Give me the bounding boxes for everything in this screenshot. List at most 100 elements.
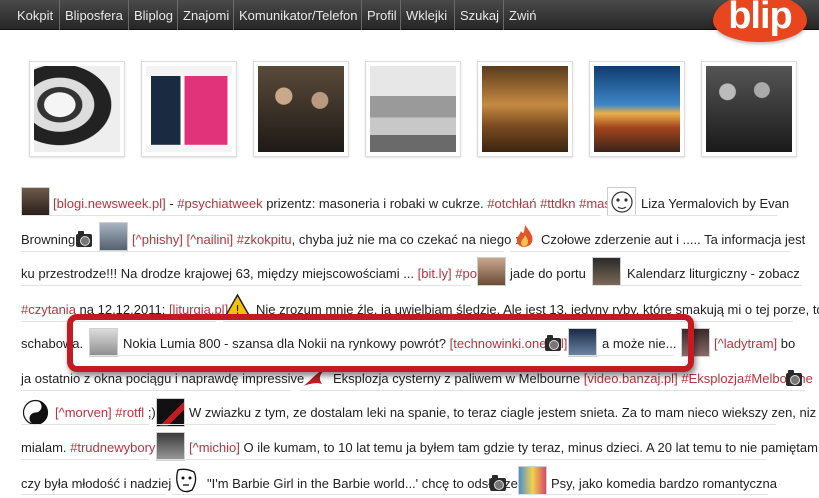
thumbnail-image	[706, 66, 792, 152]
divider	[21, 494, 166, 495]
nav-bliposfera[interactable]: Bliposfera	[59, 0, 123, 30]
avatar[interactable]	[156, 398, 185, 427]
user-tag[interactable]: [^phishy]	[132, 232, 183, 247]
divider	[21, 459, 149, 460]
status-text: , chyba już nie ma co czekać na niego :P	[291, 232, 528, 247]
avatar[interactable]	[477, 257, 506, 286]
brush-logo-icon	[303, 368, 326, 386]
user-tag[interactable]: [^morven]	[55, 405, 112, 420]
user-tag[interactable]: [^michio]	[189, 440, 240, 455]
nav-znajomi[interactable]: Znajomi	[177, 0, 229, 30]
status-text: prizentz: masoneria i robaki w cukrze.	[262, 196, 488, 211]
nav-zwin[interactable]: Zwiń	[503, 0, 536, 30]
avatar[interactable]	[89, 328, 118, 357]
avatar[interactable]	[681, 328, 710, 357]
divider	[568, 355, 673, 356]
status-text: W zwiazku z tym, ze dostalam leki na spa…	[189, 405, 817, 420]
photo-thumbnail[interactable]	[477, 61, 573, 157]
photo-thumbnail[interactable]	[29, 61, 125, 157]
photo-thumbnail[interactable]	[141, 61, 237, 157]
divider	[21, 424, 149, 425]
status-line: [^phishy] [^nailini] #zkokpitu, chyba ju…	[132, 232, 527, 248]
user-tag[interactable]: [^ladytram]	[714, 336, 777, 351]
hashtag[interactable]: #psychiatweek	[177, 196, 262, 211]
avatar[interactable]	[518, 466, 547, 495]
status-text: a może nie...	[602, 336, 677, 351]
hashtag[interactable]: #czytania	[21, 302, 76, 317]
avatar[interactable]	[99, 222, 128, 251]
hashtag[interactable]: #Eksplozja	[681, 371, 744, 386]
link-tag[interactable]: [video.banzaj.pl]	[584, 371, 678, 386]
status-line: [^michio] O ile kumam, to 10 lat temu ja…	[189, 440, 819, 456]
avatar[interactable]	[607, 187, 636, 216]
link-tag[interactable]: [bit.ly]	[418, 266, 452, 281]
avatar[interactable]	[300, 362, 329, 391]
thumbnail-image	[594, 66, 680, 152]
photo-thumbnail[interactable]	[365, 61, 461, 157]
top-navigation-bar: Kokpit Bliposfera Bliplog Znajomi Komuni…	[0, 0, 819, 30]
status-text: mialam.	[21, 440, 67, 455]
nav-kokpit[interactable]: Kokpit	[12, 0, 53, 30]
sketch-face-icon	[176, 468, 197, 493]
status-text: Nie zrozum mnie źle, ja uwielbiam śledzi…	[256, 302, 819, 317]
avatar[interactable]: !	[223, 292, 252, 321]
status-line: mialam. #trudnewybory	[21, 440, 155, 456]
camera-icon[interactable]	[490, 475, 506, 491]
status-line: [^morven] #rotfl ;)	[55, 405, 156, 421]
nav-komunikator-telefon[interactable]: Komunikator/Telefon	[233, 0, 358, 30]
avatar[interactable]	[592, 257, 621, 286]
svg-text:!: !	[235, 303, 240, 317]
status-text: czy była młodość i nadzieja	[21, 476, 179, 491]
nav-wklejki[interactable]: Wklejki	[400, 0, 447, 30]
status-text: ku przestrodze!!! Na drodze krajowej 63,…	[21, 266, 415, 281]
avatar[interactable]	[156, 432, 185, 461]
divider	[172, 494, 512, 495]
nav-profil[interactable]: Profil	[361, 0, 397, 30]
divider	[592, 285, 802, 286]
photo-thumbnail[interactable]	[701, 61, 797, 157]
status-text: Czołowe zderzenie aut i ..... Ta informa…	[541, 232, 806, 247]
link-tag[interactable]: [liturgia.pl]	[169, 302, 228, 317]
thumbnail-image	[482, 66, 568, 152]
status-text: ja ostatnio z okna pociągu i naprawdę im…	[21, 371, 305, 386]
user-tag[interactable]: [^nailini]	[187, 232, 234, 247]
link-tag[interactable]: [blogi.newsweek.pl]	[53, 196, 166, 211]
blip-logo[interactable]: blip	[713, 0, 807, 42]
status-line: Nokia Lumia 800 - szansa dla Nokii na ry…	[123, 336, 567, 352]
hashtag[interactable]: #trudnewybory	[70, 440, 155, 455]
status-text: ;)	[144, 405, 156, 420]
photo-thumbnail[interactable]	[253, 61, 349, 157]
divider	[21, 285, 471, 286]
photo-thumbnail[interactable]	[589, 61, 685, 157]
camera-icon[interactable]	[545, 335, 561, 351]
hashtag[interactable]: #rotfl	[115, 405, 144, 420]
status-text: Liza Yermalovich by Evan	[641, 196, 790, 211]
avatar[interactable]	[21, 398, 50, 427]
nav-szukaj[interactable]: Szukaj	[454, 0, 499, 30]
hashtag[interactable]: #ttdkn	[540, 196, 575, 211]
divider	[89, 355, 559, 356]
camera-icon[interactable]	[76, 231, 92, 247]
status-text: na 12.12.2011:	[75, 302, 169, 317]
yin-yang-icon	[22, 399, 49, 426]
divider	[156, 424, 776, 425]
camera-icon[interactable]	[786, 370, 802, 386]
status-text: Eksplozja cysterny z paliwem w Melbourne	[333, 371, 581, 386]
status-text: O ile kumam, to 10 lat temu ja byłem tam…	[239, 440, 819, 455]
thumbnail-image	[146, 66, 232, 152]
avatar[interactable]	[510, 222, 539, 251]
divider	[21, 251, 504, 252]
hashtag[interactable]: #zkokpitu	[237, 232, 292, 247]
avatar[interactable]	[21, 187, 50, 216]
status-text: Nokia Lumia 800 - szansa dla Nokii na ry…	[123, 336, 446, 351]
hashtag[interactable]: #otchłań	[487, 196, 536, 211]
status-text: Browning	[21, 232, 76, 247]
nav-bliplog[interactable]: Bliplog	[128, 0, 173, 30]
avatar[interactable]	[568, 328, 597, 357]
hashtag[interactable]: #Melbourne	[744, 371, 813, 386]
avatar[interactable]	[172, 466, 201, 495]
divider	[510, 251, 790, 252]
status-text: bo	[777, 336, 796, 351]
divider	[21, 215, 601, 216]
divider	[21, 390, 291, 391]
